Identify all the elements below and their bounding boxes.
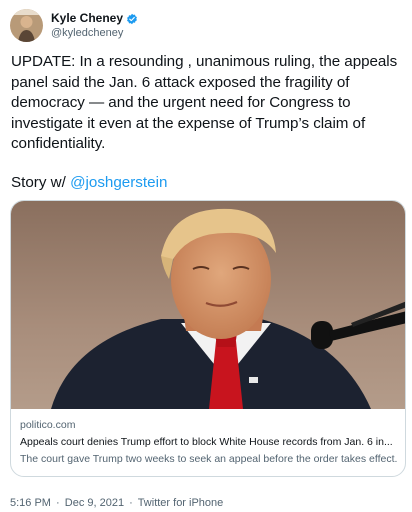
card-description: The court gave Trump two weeks to seek a… — [20, 453, 398, 465]
display-name[interactable]: Kyle Cheney — [51, 11, 123, 25]
card-title[interactable]: Appeals court denies Trump effort to blo… — [20, 435, 398, 449]
story-prefix: Story w/ — [11, 174, 71, 191]
handle[interactable]: @kyledcheney — [51, 26, 138, 40]
mention-link[interactable]: @joshgerstein — [70, 174, 167, 191]
card-domain: politico.com — [20, 419, 76, 431]
tweet-header: Kyle Cheney @kyledcheney — [10, 8, 138, 42]
tweet-meta: 5:16 PM · Dec 9, 2021 · Twitter for iPho… — [10, 496, 223, 510]
tweet-text: UPDATE: In a resounding , unanimous ruli… — [11, 53, 398, 152]
avatar[interactable] — [10, 8, 43, 42]
verified-badge-icon — [126, 12, 138, 25]
card-image[interactable] — [11, 201, 405, 409]
link-card[interactable]: politico.com Appeals court denies Trump … — [10, 200, 406, 477]
meta-separator: · — [56, 497, 60, 509]
meta-separator: · — [129, 497, 133, 509]
tweet-date[interactable]: Dec 9, 2021 — [65, 497, 124, 509]
tweet-source[interactable]: Twitter for iPhone — [138, 497, 224, 509]
story-line: Story w/ @joshgerstein — [11, 173, 167, 193]
tweet-time[interactable]: 5:16 PM — [10, 497, 51, 509]
